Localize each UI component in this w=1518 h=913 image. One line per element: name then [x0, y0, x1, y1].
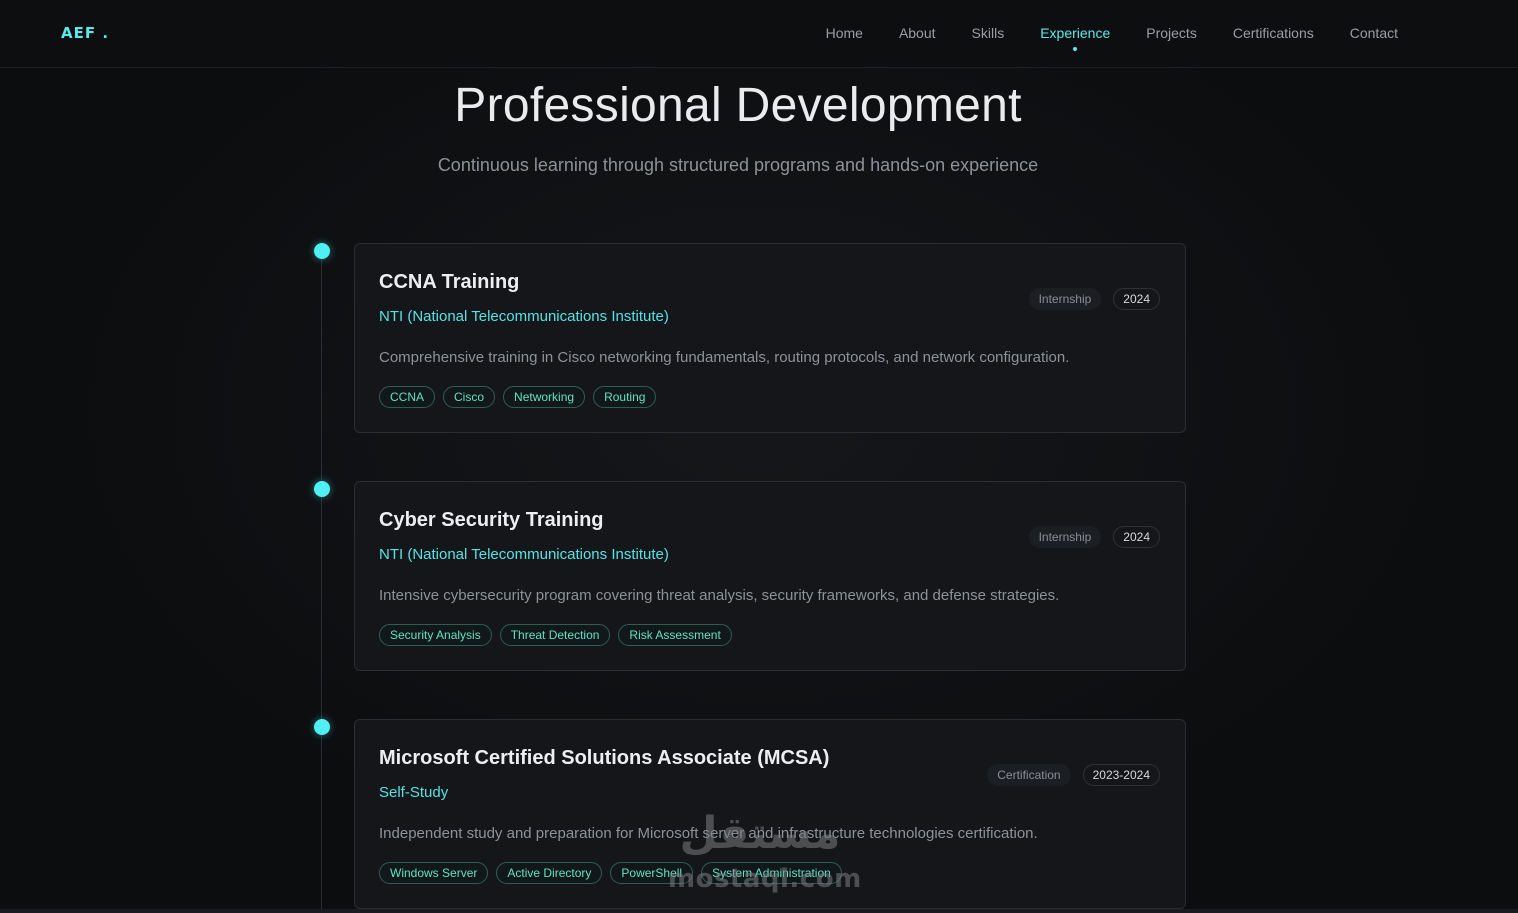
tag-list: CCNA Cisco Networking Routing: [379, 386, 657, 408]
site-logo[interactable]: AEF .: [61, 24, 109, 42]
nav-link-about[interactable]: About: [899, 25, 936, 41]
skill-tag: Risk Assessment: [618, 624, 732, 646]
nav-link-projects[interactable]: Projects: [1146, 25, 1197, 41]
card-organization: NTI (National Telecommunications Institu…: [379, 546, 669, 563]
nav-links: Home About Skills Experience Projects Ce…: [826, 25, 1398, 51]
timeline-dot: [314, 481, 330, 497]
skill-tag: Windows Server: [379, 862, 489, 884]
card-description: Independent study and preparation for Mi…: [379, 825, 1038, 842]
skill-tag: Active Directory: [496, 862, 603, 884]
skill-tag: PowerShell: [610, 862, 694, 884]
nav-link-experience-label: Experience: [1040, 25, 1111, 41]
card-meta: Internship 2024: [1028, 288, 1160, 310]
tag-list: Security Analysis Threat Detection Risk …: [379, 624, 732, 646]
card-title: Microsoft Certified Solutions Associate …: [379, 747, 830, 769]
year-badge: 2023-2024: [1082, 764, 1160, 786]
skill-tag: Threat Detection: [499, 624, 611, 646]
card-description: Intensive cybersecurity program covering…: [379, 587, 1060, 604]
tag-list: Windows Server Active Directory PowerShe…: [379, 862, 842, 884]
year-badge: 2024: [1113, 288, 1160, 310]
type-badge: Certification: [987, 764, 1071, 786]
card-organization: Self-Study: [379, 784, 449, 801]
skill-tag: Security Analysis: [379, 624, 492, 646]
nav-link-home[interactable]: Home: [826, 25, 863, 41]
card-meta: Internship 2024: [1028, 526, 1160, 548]
nav-link-certifications[interactable]: Certifications: [1233, 25, 1314, 41]
page-title: Professional Development: [454, 79, 1022, 132]
experience-card: Microsoft Certified Solutions Associate …: [354, 719, 1186, 909]
timeline-dot: [314, 719, 330, 735]
nav-link-contact[interactable]: Contact: [1350, 25, 1398, 41]
card-meta: Certification 2023-2024: [987, 764, 1160, 786]
page: AEF . Home About Skills Experience Proje…: [0, 0, 1518, 913]
experience-card: Cyber Security Training NTI (National Te…: [354, 481, 1186, 671]
skill-tag: CCNA: [379, 386, 436, 408]
card-organization: NTI (National Telecommunications Institu…: [379, 308, 669, 325]
type-badge: Internship: [1028, 526, 1102, 548]
skill-tag: Routing: [593, 386, 657, 408]
skill-tag: Cisco: [443, 386, 496, 408]
top-navbar: AEF . Home About Skills Experience Proje…: [0, 0, 1518, 68]
skill-tag: Networking: [503, 386, 586, 408]
skill-tag: System Administration: [701, 862, 842, 884]
card-description: Comprehensive training in Cisco networki…: [379, 349, 1070, 366]
year-badge: 2024: [1113, 526, 1160, 548]
experience-card: CCNA Training NTI (National Telecommunic…: [354, 243, 1186, 433]
timeline-line: [321, 250, 322, 913]
bottom-scroll-edge: [0, 909, 1518, 913]
nav-link-experience[interactable]: Experience: [1040, 25, 1111, 51]
active-indicator-dot: [1073, 47, 1078, 51]
card-title: CCNA Training: [379, 271, 520, 293]
card-title: Cyber Security Training: [379, 509, 604, 531]
type-badge: Internship: [1028, 288, 1102, 310]
nav-link-skills[interactable]: Skills: [972, 25, 1005, 41]
timeline-dot: [314, 243, 330, 259]
page-subtitle: Continuous learning through structured p…: [437, 155, 1039, 175]
